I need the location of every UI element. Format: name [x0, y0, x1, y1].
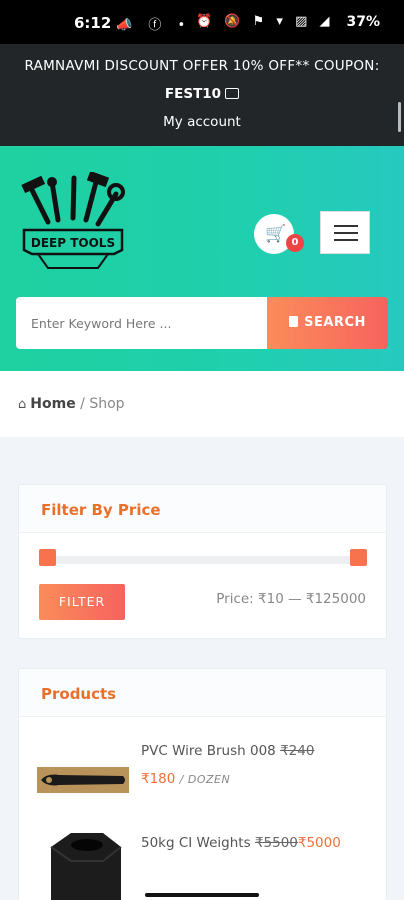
product-name-line: PVC Wire Brush 008 ₹240	[141, 743, 314, 759]
price-range-label: Price: ₹10 — ₹125000	[216, 591, 366, 607]
search-doc-icon	[289, 316, 299, 327]
products-widget: Products PVC Wire Brush 008 ₹240 ₹180 / …	[18, 668, 387, 900]
search-button[interactable]: SEARCH	[267, 297, 388, 349]
menu-icon-line	[334, 239, 358, 241]
battery-level: 37%	[346, 14, 380, 30]
menu-icon-line	[334, 232, 358, 234]
my-account-link[interactable]: My account	[0, 114, 404, 130]
product-old-price: ₹240	[280, 743, 315, 759]
breadcrumb-separator: /	[75, 396, 90, 412]
price-slider-track[interactable]	[46, 556, 359, 564]
home-icon: ⌂	[18, 397, 27, 412]
cart-icon: 🛒	[265, 224, 287, 244]
product-name[interactable]: 50kg CI Weights	[141, 835, 251, 851]
products-title: Products	[41, 685, 117, 703]
gesture-home-indicator[interactable]	[145, 893, 259, 897]
scrollbar	[398, 102, 401, 132]
product-old-price: ₹5500	[254, 835, 298, 851]
price-slider-max-handle[interactable]	[350, 549, 367, 566]
price-slider-min-handle[interactable]	[39, 549, 56, 566]
product-price-line: ₹180 / DOZEN	[141, 771, 230, 787]
deep-tools-logo[interactable]: DEEP TOOLS	[18, 172, 128, 280]
coupon-code-label: FEST10	[164, 86, 222, 102]
ci-weight-image[interactable]	[41, 827, 127, 900]
filter-by-price-widget: Filter By Price FILTER Price: ₹10 — ₹125…	[18, 484, 387, 639]
filter-button[interactable]: FILTER	[39, 584, 125, 620]
product-name-line: 50kg CI Weights ₹5500₹5000	[141, 835, 341, 851]
system-icons: ⏰ 🔕 ⚑ ▾ ▨ ◢	[196, 14, 334, 29]
notification-icons: 📣 ⓕ •	[116, 18, 192, 33]
cart-button[interactable]: 🛒 0	[254, 214, 304, 254]
product-item[interactable]: PVC Wire Brush 008 ₹240 ₹180 / DOZEN	[19, 727, 388, 817]
offer-text: RAMNAVMI DISCOUNT OFFER 10% OFF** COUPON…	[24, 58, 380, 74]
cart-count-badge: 0	[286, 234, 304, 252]
announcement-bar: RAMNAVMI DISCOUNT OFFER 10% OFF** COUPON…	[0, 44, 404, 146]
status-time: 6:12	[74, 14, 112, 32]
product-price: ₹180	[141, 771, 176, 787]
product-name[interactable]: PVC Wire Brush 008	[141, 743, 276, 759]
filter-by-price-title: Filter By Price	[41, 501, 161, 519]
search-bar: SEARCH	[16, 297, 388, 349]
copy-icon[interactable]	[225, 88, 240, 99]
search-input[interactable]	[16, 297, 267, 349]
wire-brush-image[interactable]	[37, 767, 129, 793]
search-button-label: SEARCH	[304, 315, 366, 330]
menu-icon-line	[334, 225, 358, 227]
product-price: ₹5000	[297, 835, 341, 851]
hamburger-menu-button[interactable]	[320, 211, 370, 254]
site-header: DEEP TOOLS 🛒 0 SEARCH	[0, 146, 404, 371]
logo-text: DEEP TOOLS	[31, 236, 115, 250]
status-bar: 6:12 📣 ⓕ • ⏰ 🔕 ⚑ ▾ ▨ ◢ 37%	[0, 0, 404, 44]
coupon-code[interactable]: FEST10	[0, 86, 404, 102]
breadcrumb-current: Shop	[89, 396, 125, 412]
product-unit: / DOZEN	[179, 773, 231, 786]
breadcrumb-home-link[interactable]: Home	[30, 396, 75, 412]
product-item[interactable]: 50kg CI Weights ₹5500₹5000	[19, 819, 388, 900]
breadcrumb: ⌂ Home / Shop	[0, 371, 404, 437]
